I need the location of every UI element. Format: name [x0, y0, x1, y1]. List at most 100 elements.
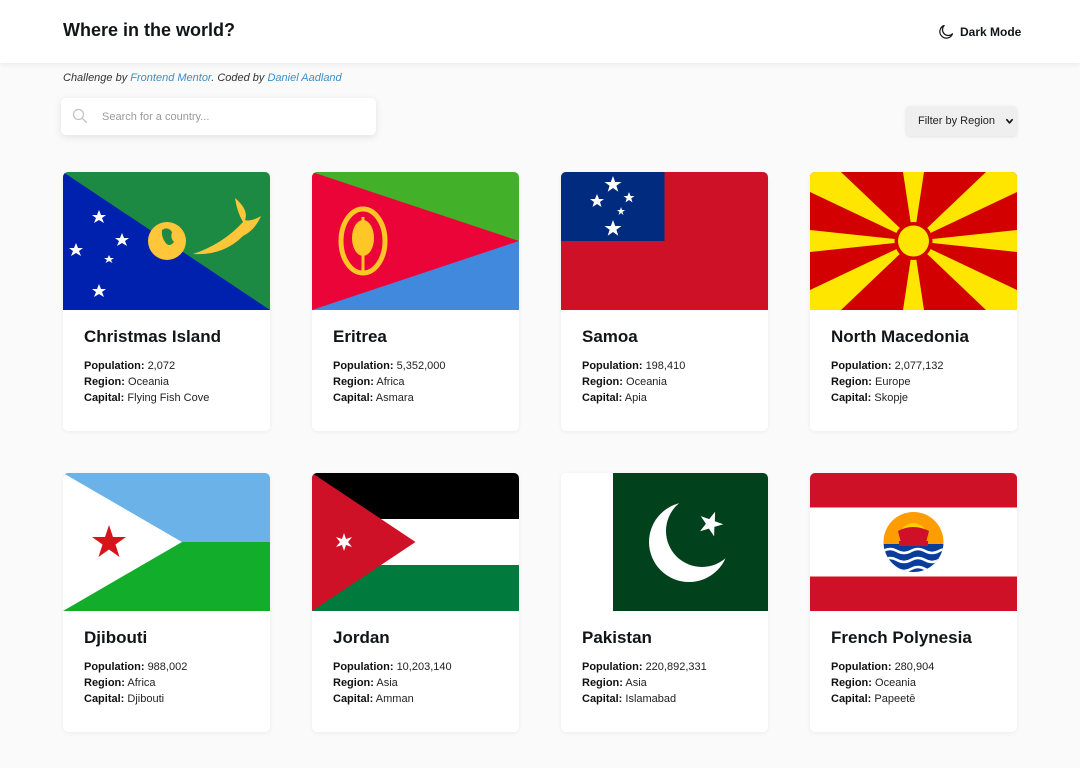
population-label: Population:: [333, 360, 394, 372]
country-card[interactable]: Djibouti Population: 988,002 Region: Afr…: [63, 473, 270, 732]
region-label: Region:: [831, 376, 872, 388]
capital-label: Capital:: [333, 392, 374, 404]
population-row: Population: 2,077,132: [831, 358, 944, 374]
country-name: Samoa: [582, 327, 638, 346]
capital-label: Capital:: [582, 392, 623, 404]
country-details: Population: 198,410 Region: Oceania Capi…: [582, 358, 685, 406]
region-row: Region: Asia: [582, 675, 707, 691]
population-row: Population: 10,203,140: [333, 659, 452, 675]
capital-value: Apia: [624, 392, 647, 404]
capital-value: Papeetē: [874, 693, 916, 705]
population-value: 220,892,331: [645, 661, 707, 673]
capital-value: Skopje: [874, 392, 909, 404]
region-row: Region: Asia: [333, 675, 452, 691]
chevron-down-icon: [1005, 118, 1014, 124]
country-card[interactable]: Christmas Island Population: 2,072 Regio…: [63, 172, 270, 431]
country-name: Christmas Island: [84, 327, 221, 346]
region-label: Region:: [831, 677, 872, 689]
population-value: 280,904: [894, 661, 935, 673]
population-label: Population:: [333, 661, 394, 673]
region-label: Region:: [333, 376, 374, 388]
capital-label: Capital:: [831, 693, 872, 705]
country-card[interactable]: Jordan Population: 10,203,140 Region: As…: [312, 473, 519, 732]
region-value: Oceania: [626, 376, 667, 388]
population-row: Population: 988,002: [84, 659, 187, 675]
region-row: Region: Oceania: [831, 675, 934, 691]
credit-prefix: Challenge by: [63, 72, 128, 84]
search-box[interactable]: [61, 98, 376, 135]
app-title: Where in the world?: [63, 20, 236, 40]
country-details: Population: 280,904 Region: Oceania Capi…: [831, 659, 934, 707]
population-value: 2,077,132: [894, 360, 944, 372]
population-value: 988,002: [147, 661, 188, 673]
region-row: Region: Europe: [831, 374, 944, 390]
region-label: Region:: [84, 677, 125, 689]
country-details: Population: 5,352,000 Region: Africa Cap…: [333, 358, 446, 406]
region-filter-select[interactable]: Filter by Region: [906, 106, 1017, 136]
country-details: Population: 988,002 Region: Africa Capit…: [84, 659, 187, 707]
capital-value: Flying Fish Cove: [127, 392, 210, 404]
region-label: Region:: [582, 677, 623, 689]
search-input[interactable]: [102, 98, 362, 135]
population-row: Population: 2,072: [84, 358, 209, 374]
population-row: Population: 5,352,000: [333, 358, 446, 374]
flag-christmas-island: [63, 172, 270, 310]
country-name: Pakistan: [582, 628, 652, 647]
country-card[interactable]: French Polynesia Population: 280,904 Reg…: [810, 473, 1017, 732]
capital-value: Asmara: [375, 392, 414, 404]
population-label: Population:: [84, 661, 145, 673]
country-details: Population: 2,077,132 Region: Europe Cap…: [831, 358, 944, 406]
filter-label: Filter by Region: [918, 115, 996, 127]
capital-row: Capital: Skopje: [831, 390, 944, 406]
capital-row: Capital: Apia: [582, 390, 685, 406]
country-details: Population: 2,072 Region: Oceania Capita…: [84, 358, 209, 406]
region-value: Asia: [376, 677, 398, 689]
country-name: Djibouti: [84, 628, 148, 647]
author-link[interactable]: Daniel Aadland: [267, 72, 341, 84]
population-row: Population: 198,410: [582, 358, 685, 374]
country-details: Population: 10,203,140 Region: Asia Capi…: [333, 659, 452, 707]
capital-label: Capital:: [84, 693, 125, 705]
population-label: Population:: [831, 661, 892, 673]
country-name: Eritrea: [333, 327, 387, 346]
region-row: Region: Africa: [84, 675, 187, 691]
population-value: 10,203,140: [396, 661, 452, 673]
flag-french-polynesia: [810, 473, 1017, 611]
region-label: Region:: [333, 677, 374, 689]
population-value: 198,410: [645, 360, 686, 372]
country-card[interactable]: North Macedonia Population: 2,077,132 Re…: [810, 172, 1017, 431]
moon-icon: [939, 24, 954, 39]
capital-row: Capital: Papeetē: [831, 691, 934, 707]
flag-pakistan: [561, 473, 768, 611]
capital-row: Capital: Asmara: [333, 390, 446, 406]
population-label: Population:: [582, 661, 643, 673]
frontend-mentor-link[interactable]: Frontend Mentor: [130, 72, 211, 84]
population-label: Population:: [831, 360, 892, 372]
capital-row: Capital: Islamabad: [582, 691, 707, 707]
dark-mode-toggle[interactable]: Dark Mode: [938, 22, 1021, 42]
flag-north-macedonia: [810, 172, 1017, 310]
flag-samoa: [561, 172, 768, 310]
capital-row: Capital: Flying Fish Cove: [84, 390, 209, 406]
capital-label: Capital:: [582, 693, 623, 705]
flag-djibouti: [63, 473, 270, 611]
attribution-line: Challenge by Frontend Mentor. Coded by D…: [63, 72, 342, 84]
population-row: Population: 280,904: [831, 659, 934, 675]
capital-label: Capital:: [333, 693, 374, 705]
region-label: Region:: [84, 376, 125, 388]
region-value: Asia: [625, 677, 647, 689]
population-label: Population:: [582, 360, 643, 372]
region-row: Region: Africa: [333, 374, 446, 390]
population-row: Population: 220,892,331: [582, 659, 707, 675]
capital-label: Capital:: [84, 392, 125, 404]
region-value: Oceania: [875, 677, 916, 689]
country-card[interactable]: Samoa Population: 198,410 Region: Oceani…: [561, 172, 768, 431]
country-card[interactable]: Eritrea Population: 5,352,000 Region: Af…: [312, 172, 519, 431]
search-icon: [72, 108, 88, 124]
country-card[interactable]: Pakistan Population: 220,892,331 Region:…: [561, 473, 768, 732]
capital-row: Capital: Amman: [333, 691, 452, 707]
flag-eritrea: [312, 172, 519, 310]
region-label: Region:: [582, 376, 623, 388]
capital-value: Amman: [375, 693, 414, 705]
top-bar: Where in the world? Dark Mode: [0, 0, 1080, 63]
